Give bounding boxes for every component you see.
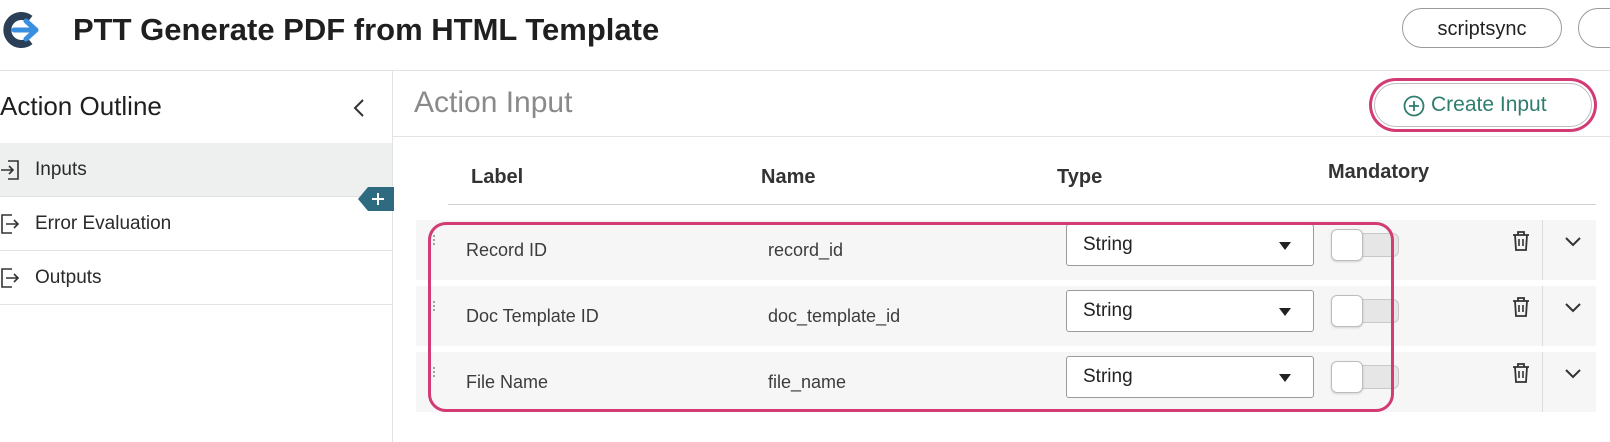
- mandatory-toggle[interactable]: [1331, 229, 1399, 261]
- row-label: Doc Template ID: [466, 306, 599, 326]
- trash-icon[interactable]: [1511, 230, 1531, 252]
- chevron-left-icon[interactable]: [352, 97, 366, 119]
- table-row: Record ID record_id String: [416, 220, 1596, 280]
- sidebar-item-inputs[interactable]: Inputs: [0, 143, 392, 197]
- toggle-knob: [1331, 361, 1363, 393]
- toggle-knob: [1331, 295, 1363, 327]
- plus-icon[interactable]: [358, 186, 394, 212]
- row-divider: [1542, 220, 1543, 280]
- column-header-name: Name: [761, 166, 816, 188]
- toggle-knob: [1331, 229, 1363, 261]
- column-header-type: Type: [1057, 166, 1103, 188]
- mandatory-toggle[interactable]: [1331, 361, 1399, 393]
- column-header-mandatory: Mandatory: [1328, 161, 1430, 183]
- table-row: File Name file_name String: [416, 352, 1596, 412]
- sidebar-item-label: Inputs: [35, 159, 87, 180]
- chevron-down-icon[interactable]: [1564, 368, 1582, 380]
- drag-handle-icon[interactable]: [428, 366, 436, 380]
- row-divider: [1542, 286, 1543, 346]
- type-select-value: String: [1083, 234, 1133, 255]
- app-header: PTT Generate PDF from HTML Template scri…: [0, 0, 1610, 71]
- type-select[interactable]: String: [1066, 290, 1314, 332]
- trash-icon[interactable]: [1511, 296, 1531, 318]
- caret-down-icon: [1279, 308, 1291, 316]
- header-divider: [448, 204, 1596, 205]
- sidebar-item-outputs[interactable]: Outputs: [0, 251, 392, 305]
- caret-down-icon: [1279, 374, 1291, 382]
- trash-icon[interactable]: [1511, 362, 1531, 384]
- mandatory-toggle[interactable]: [1331, 295, 1399, 327]
- output-icon: [1, 214, 20, 234]
- page-title: PTT Generate PDF from HTML Template: [73, 12, 660, 47]
- action-outline-panel: Action Outline Inputs Error Evaluation O…: [0, 71, 394, 442]
- create-input-button[interactable]: Create Input: [1374, 83, 1592, 127]
- sidebar-item-error-evaluation[interactable]: Error Evaluation: [0, 197, 392, 251]
- row-divider: [1542, 352, 1543, 412]
- main-title: Action Input: [414, 86, 573, 119]
- type-select-value: String: [1083, 366, 1133, 387]
- create-input-label: Create Input: [1431, 93, 1547, 116]
- caret-down-icon: [1279, 242, 1291, 250]
- drag-handle-icon[interactable]: [428, 300, 436, 314]
- row-label: Record ID: [466, 240, 548, 260]
- row-name: file_name: [768, 372, 847, 392]
- sidebar-item-label: Outputs: [35, 267, 102, 288]
- outline-title: Action Outline: [0, 91, 162, 121]
- table-row: Doc Template ID doc_template_id String: [416, 286, 1596, 346]
- drag-handle-icon[interactable]: [428, 234, 436, 248]
- chevron-down-icon[interactable]: [1564, 302, 1582, 314]
- header-extra-button[interactable]: [1578, 8, 1610, 48]
- scriptsync-button[interactable]: scriptsync: [1402, 8, 1562, 48]
- type-select[interactable]: String: [1066, 224, 1314, 266]
- plus-circle-icon: [1403, 95, 1425, 117]
- chevron-down-icon[interactable]: [1564, 236, 1582, 248]
- row-name: record_id: [768, 240, 844, 260]
- row-label: File Name: [466, 372, 549, 392]
- type-select-value: String: [1083, 300, 1133, 321]
- input-icon: [1, 160, 19, 180]
- column-header-label: Label: [471, 166, 524, 188]
- row-name: doc_template_id: [768, 306, 901, 326]
- type-select[interactable]: String: [1066, 356, 1314, 398]
- divider: [393, 136, 1610, 137]
- output-icon: [1, 268, 20, 288]
- arrow-circle-logo-icon[interactable]: [0, 10, 42, 50]
- sidebar-item-label: Error Evaluation: [35, 213, 172, 234]
